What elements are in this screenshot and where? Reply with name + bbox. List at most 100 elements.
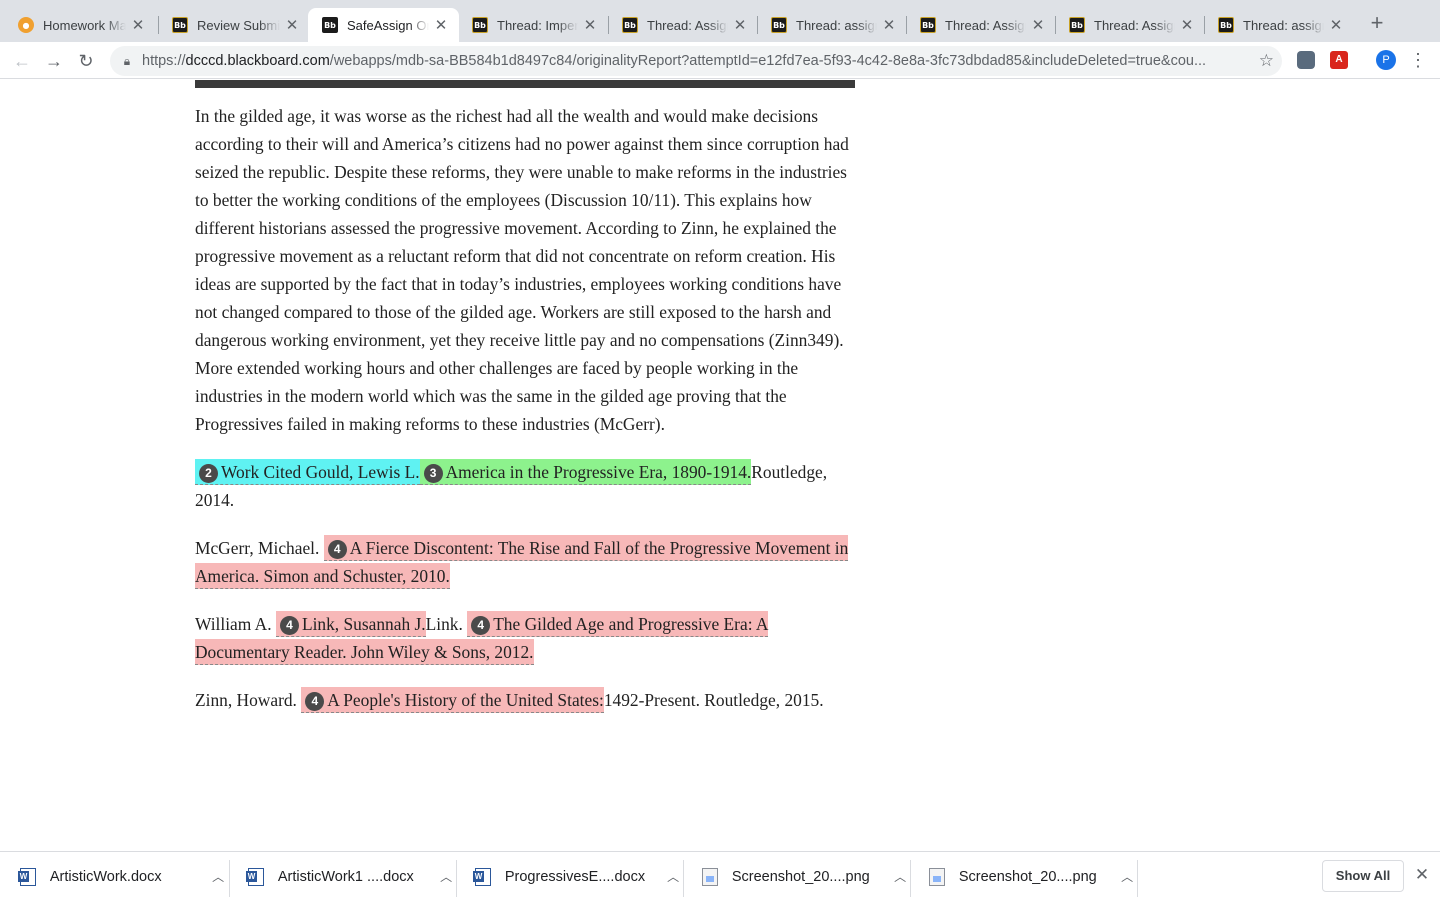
blackboard-icon: Bb (771, 17, 787, 33)
bookmark-star-icon[interactable]: ☆ (1259, 51, 1274, 71)
image-file-icon (702, 867, 718, 886)
download-filename: ProgressivesE....docx (504, 868, 646, 885)
close-icon[interactable]: ✕ (582, 16, 598, 34)
submission-document: In the gilded age, it was worse as the r… (195, 102, 863, 734)
close-icon[interactable]: ✕ (1328, 16, 1344, 34)
citation-text: Link. (425, 614, 463, 634)
download-item[interactable]: Screenshot_20....png ︿ (909, 852, 1137, 900)
citation-text: McGerr, Michael. (195, 538, 320, 558)
blackboard-icon: Bb (920, 17, 936, 33)
tab-strip: ● Homework Mar ✕ Bb Review Submis ✕ Bb S… (0, 0, 1440, 42)
word-file-icon (473, 867, 491, 886)
lock-icon: 🔒︎ (123, 53, 131, 68)
blackboard-icon: Bb (1069, 17, 1085, 33)
tab-title: Thread: Assign (945, 17, 1026, 33)
blackboard-icon: Bb (472, 17, 488, 33)
tab-thread-3[interactable]: Bb Thread: assign ✕ (757, 8, 907, 42)
close-icon[interactable]: ✕ (433, 16, 449, 34)
match-text: A People's History of the United States: (327, 690, 604, 710)
download-item[interactable]: ProgressivesE....docx ︿ (455, 852, 683, 900)
close-icon[interactable]: ✕ (732, 16, 748, 34)
blackboard-icon: Bb (172, 17, 188, 33)
tab-thread-2[interactable]: Bb Thread: Assign ✕ (608, 8, 758, 42)
extension-puzzle-icon[interactable] (1297, 51, 1315, 69)
download-item[interactable]: ArtisticWork.docx ︿ (0, 852, 228, 900)
chevron-up-icon[interactable]: ︿ (1117, 868, 1137, 885)
chevron-up-icon[interactable]: ︿ (663, 868, 683, 885)
match-text: Link, Susannah J. (301, 614, 426, 634)
address-bar[interactable]: 🔒︎ https://dcccd.blackboard.com/webapps/… (110, 46, 1282, 76)
source-badge[interactable]: 4 (279, 616, 299, 635)
close-icon[interactable]: ✕ (881, 16, 897, 34)
download-filename: ArtisticWork.docx (49, 868, 162, 885)
download-divider (1137, 860, 1138, 897)
report-header-bar (195, 80, 855, 88)
match-highlight[interactable]: 2 Work Cited Gould, Lewis L. (195, 459, 420, 485)
tab-title: SafeAssign Ori (347, 17, 429, 33)
reload-icon[interactable]: ↻ (72, 47, 100, 75)
source-badge[interactable]: 3 (423, 464, 443, 483)
word-file-icon (246, 867, 264, 886)
chevron-up-icon[interactable]: ︿ (208, 868, 228, 885)
profile-avatar[interactable]: P (1376, 50, 1396, 70)
tab-safeassign[interactable]: Bb SafeAssign Ori ✕ (308, 8, 459, 42)
adobe-acrobat-icon[interactable]: A (1330, 51, 1348, 69)
tab-title: Thread: assign (796, 17, 877, 33)
tab-homework-market[interactable]: ● Homework Mar ✕ (4, 8, 156, 42)
url-host: dcccd.blackboard.com (185, 53, 330, 69)
image-file-icon (929, 867, 945, 886)
citation-text: Zinn, Howard. (195, 690, 297, 710)
originality-report: In the gilded age, it was worse as the r… (0, 80, 1440, 851)
tab-thread-6[interactable]: Bb Thread: assign ✕ (1204, 8, 1354, 42)
citation-link: William A. 4 Link, Susannah J.Link. 4 The … (195, 610, 863, 666)
show-all-button[interactable]: Show All (1322, 860, 1404, 892)
blackboard-icon: Bb (622, 17, 638, 33)
tab-title: Thread: Assign (1094, 17, 1175, 33)
url-text[interactable]: https://dcccd.blackboard.com/webapps/mdb… (142, 53, 1252, 69)
homework-market-icon: ● (18, 17, 34, 33)
download-filename: Screenshot_20....png (958, 868, 1097, 885)
back-arrow-icon[interactable]: ← (8, 47, 36, 75)
match-text: America in the Progressive Era, 1890-191… (445, 462, 752, 482)
forward-arrow-icon[interactable]: → (40, 47, 68, 75)
match-highlight[interactable]: 3 America in the Progressive Era, 1890-19… (419, 459, 752, 485)
source-badge[interactable]: 4 (471, 616, 491, 635)
chevron-up-icon[interactable]: ︿ (436, 868, 456, 885)
citation-mcgerr: McGerr, Michael. 4A Fierce Discontent: T… (195, 534, 863, 590)
citation-text: 1492-Present. Routledge, 2015. (603, 690, 824, 710)
blackboard-icon: Bb (322, 17, 338, 33)
tab-thread-4[interactable]: Bb Thread: Assign ✕ (906, 8, 1056, 42)
tab-review-submission[interactable]: Bb Review Submis ✕ (158, 8, 310, 42)
match-highlight[interactable]: 4A People's History of the United States… (301, 687, 604, 713)
download-shelf: ArtisticWork.docx ︿ ArtisticWork1 ....do… (0, 851, 1440, 900)
blackboard-icon: Bb (1218, 17, 1234, 33)
body-paragraph: In the gilded age, it was worse as the r… (195, 106, 849, 434)
browser-toolbar: ← → ↻ 🔒︎ https://dcccd.blackboard.com/we… (0, 42, 1440, 79)
tab-title: Thread: Assign (647, 17, 728, 33)
source-badge[interactable]: 2 (199, 464, 218, 483)
close-icon[interactable]: ✕ (1179, 16, 1195, 34)
citation-gould: 2 Work Cited Gould, Lewis L. 3 America in t… (195, 458, 863, 514)
match-highlight[interactable]: 4 Link, Susannah J. (275, 611, 426, 637)
tab-title: Thread: Imperi (497, 17, 578, 33)
url-path: /webapps/mdb-sa-BB584b1d8497c84/original… (329, 53, 1207, 69)
tab-thread-1[interactable]: Bb Thread: Imperi ✕ (458, 8, 608, 42)
match-text: Work Cited Gould, Lewis L. (221, 462, 420, 482)
source-badge[interactable]: 4 (327, 540, 347, 559)
download-item[interactable]: Screenshot_20....png ︿ (682, 852, 910, 900)
new-tab-icon[interactable]: + (1365, 12, 1389, 36)
close-icon[interactable]: ✕ (284, 16, 300, 34)
close-icon[interactable]: ✕ (1030, 16, 1046, 34)
source-badge[interactable]: 4 (305, 692, 325, 711)
tab-thread-5[interactable]: Bb Thread: Assign ✕ (1055, 8, 1205, 42)
close-icon[interactable]: ✕ (130, 16, 146, 34)
tab-title: Thread: assign (1243, 17, 1324, 33)
download-item[interactable]: ArtisticWork1 ....docx ︿ (228, 852, 456, 900)
citation-zinn: Zinn, Howard. 4A People's History of the… (195, 686, 863, 714)
tab-title: Homework Mar (43, 17, 126, 33)
close-icon[interactable]: ✕ (1412, 865, 1432, 885)
more-menu-icon[interactable]: ⋮ (1408, 48, 1428, 72)
url-scheme: https:// (142, 53, 186, 69)
chevron-up-icon[interactable]: ︿ (890, 868, 910, 885)
download-filename: Screenshot_20....png (731, 868, 870, 885)
